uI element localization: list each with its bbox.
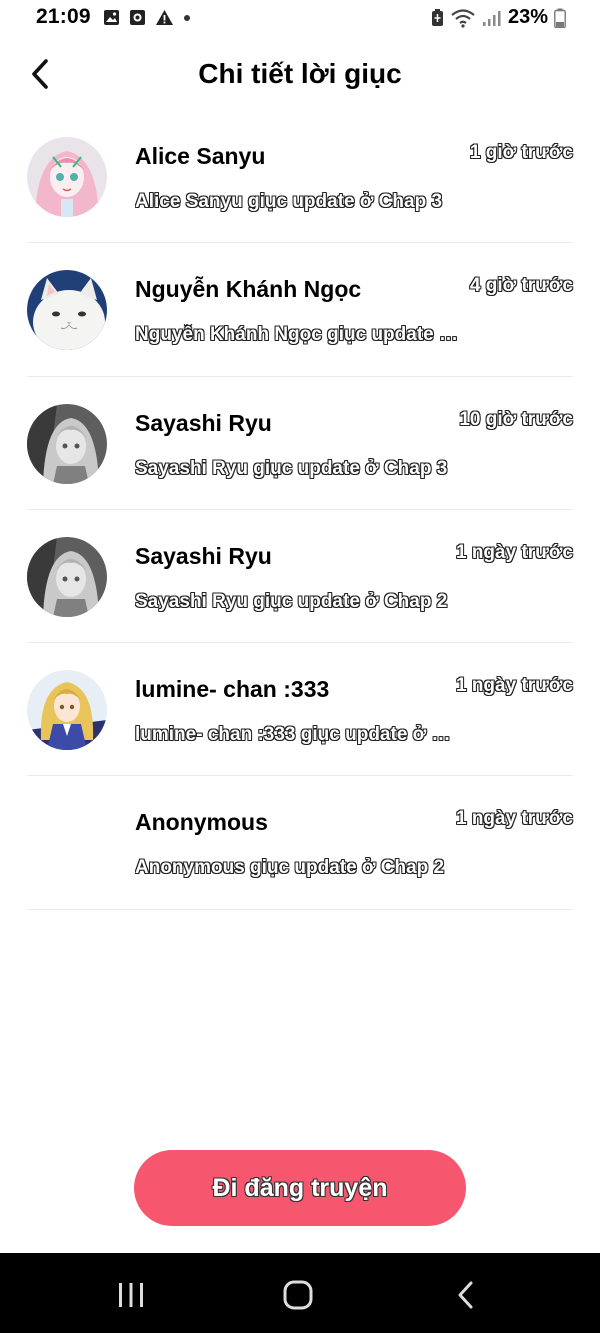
item-name: Sayashi Ryu: [135, 542, 272, 569]
blonde-anime-avatar-icon: [27, 670, 107, 751]
navigation-bar: [0, 1253, 600, 1333]
avatar: [27, 536, 107, 617]
avatar: [27, 403, 107, 484]
list-item[interactable]: Nguyễn Khánh Ngọc 4 giờ trước Nguyễn Khá…: [27, 243, 573, 377]
battery-percent: 23%: [507, 6, 548, 28]
status-time: 21:09: [36, 5, 91, 28]
item-time: 10 giờ trước: [459, 408, 573, 430]
status-right: 23%: [431, 6, 566, 29]
avatar: [27, 670, 107, 751]
dot-icon: [184, 14, 190, 21]
item-time: 1 giờ trước: [469, 142, 573, 163]
post-story-button-label: Đi đăng truyện: [212, 1173, 388, 1202]
system-back-button[interactable]: [436, 1275, 496, 1315]
notification-list: Alice Sanyu 1 giờ trước Alice Sanyu giục…: [0, 110, 600, 910]
item-time: 1 ngày trước: [455, 541, 573, 563]
gallery-icon: [104, 10, 119, 25]
grayscale-anime-avatar-icon: [27, 403, 107, 484]
item-message: Anonymous giục update ở Chap 2: [135, 857, 445, 879]
page-title: Chi tiết lời giục: [198, 58, 402, 89]
back-icon: [458, 1281, 473, 1309]
list-item[interactable]: lumine- chan :333 1 ngày trước lumine- c…: [27, 643, 573, 777]
screen-record-icon: [130, 10, 145, 25]
home-button[interactable]: [268, 1275, 328, 1315]
white-cat-avatar-icon: [27, 270, 107, 351]
header: Chi tiết lời giục: [0, 44, 600, 106]
home-icon: [283, 1280, 313, 1310]
item-message: Nguyễn Khánh Ngọc giục update ở Chap 3: [135, 324, 460, 346]
recent-apps-button[interactable]: [101, 1275, 161, 1315]
warning-icon: [156, 10, 173, 25]
item-name: Anonymous: [135, 809, 268, 836]
avatar: [27, 270, 107, 351]
item-time: 4 giờ trước: [469, 275, 573, 297]
grayscale-anime-avatar-icon: [27, 536, 107, 617]
status-bar: 21:09 23%: [0, 0, 600, 36]
avatar: [27, 137, 107, 217]
status-left-icons: [103, 9, 191, 26]
signal-icon: [482, 10, 501, 26]
recent-apps-icon: [119, 1283, 143, 1307]
list-item[interactable]: Anonymous 1 ngày trước Anonymous giục up…: [27, 776, 573, 910]
item-message: lumine- chan :333 giục update ở Chap 2: [135, 724, 460, 746]
battery-saver-icon: [431, 9, 443, 26]
wifi-icon: [451, 8, 475, 28]
item-message: Sayashi Ryu giục update ở Chap 3: [135, 457, 448, 479]
battery-icon: [554, 8, 566, 28]
post-story-button[interactable]: Đi đăng truyện: [134, 1150, 466, 1226]
list-item[interactable]: Alice Sanyu 1 giờ trước Alice Sanyu giục…: [27, 110, 573, 244]
list-item[interactable]: Sayashi Ryu 1 ngày trước Sayashi Ryu giụ…: [27, 510, 573, 644]
list-item[interactable]: Sayashi Ryu 10 giờ trước Sayashi Ryu giụ…: [27, 377, 573, 510]
item-name: Sayashi Ryu: [135, 409, 272, 436]
item-message: Sayashi Ryu giục update ở Chap 2: [135, 590, 448, 612]
item-time: 1 ngày trước: [455, 675, 573, 697]
item-name: Alice Sanyu: [135, 143, 266, 169]
anime-girl-pink-avatar-icon: [27, 137, 107, 217]
item-name: Nguyễn Khánh Ngọc: [135, 276, 362, 303]
item-message: Alice Sanyu giục update ở Chap 3: [135, 191, 443, 212]
item-name: lumine- chan :333: [135, 676, 330, 703]
item-time: 1 ngày trước: [455, 808, 573, 830]
